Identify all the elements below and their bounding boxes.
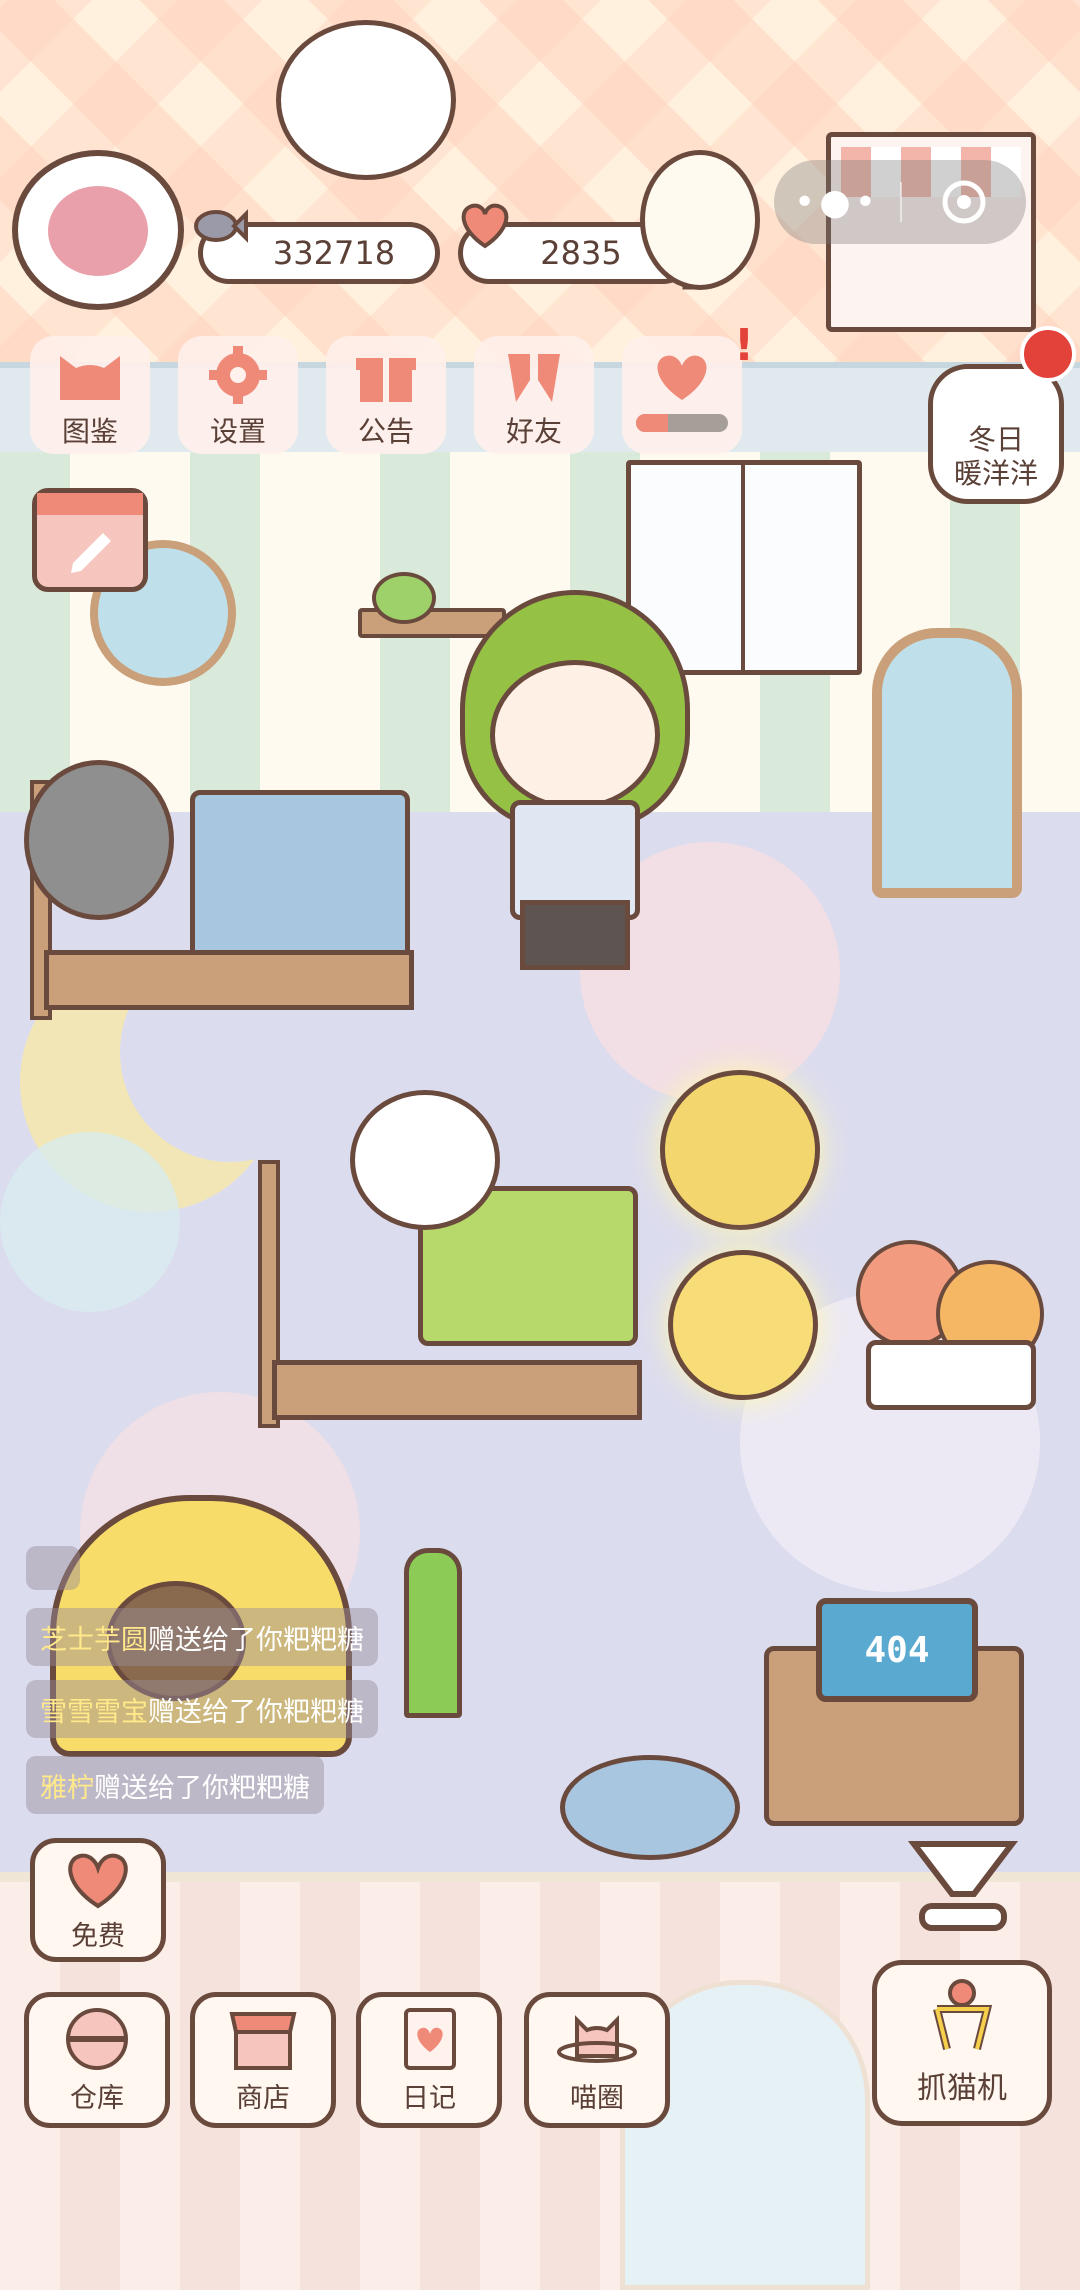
gear-icon xyxy=(209,346,267,404)
bottom-button-diary[interactable]: 日记 xyxy=(356,1992,502,2128)
notification-dot xyxy=(1020,326,1076,382)
bottom-label: 仓库 xyxy=(70,2082,124,2114)
more-icon[interactable]: •●• xyxy=(774,182,900,223)
chat-toggle-icon[interactable] xyxy=(26,1546,80,1590)
bottom-button-cat-circle[interactable]: 喵圈 xyxy=(524,1992,670,2128)
white-cat[interactable] xyxy=(350,1090,500,1230)
close-circle-icon[interactable] xyxy=(902,179,1026,225)
claw-machine-funnel xyxy=(907,1836,1019,1946)
frog-toy[interactable] xyxy=(372,572,436,624)
gray-cat-sleeping[interactable] xyxy=(24,760,174,920)
gift-text: 赠送给了你粑粑糖 xyxy=(148,1696,364,1728)
monitor-text: 404 xyxy=(864,1629,930,1671)
shop-icon xyxy=(229,2011,297,2070)
menu-button-heart-event[interactable] xyxy=(622,336,742,454)
fish-icon xyxy=(192,206,248,246)
menu-button-settings[interactable]: 设置 xyxy=(178,336,298,454)
calico-cat-decor xyxy=(276,20,456,180)
gift-sender: 雪雪雪宝 xyxy=(40,1696,148,1728)
event-progress-bar xyxy=(636,414,728,432)
menu-label: 好友 xyxy=(505,415,562,448)
computer-monitor[interactable]: 404 xyxy=(816,1598,978,1702)
moon-lamp-round[interactable] xyxy=(668,1250,818,1400)
gift-message: 雅柠 赠送给了你粑粑糖 xyxy=(26,1756,324,1814)
storage-icon xyxy=(66,2007,128,2070)
cactus-scratcher[interactable] xyxy=(404,1548,462,1718)
bottom-button-shop[interactable]: 商店 xyxy=(190,1992,336,2128)
event-progress-fill xyxy=(636,414,669,432)
candy-jar[interactable] xyxy=(640,150,760,290)
claw-label: 抓猫机 xyxy=(917,2071,1007,2106)
bottom-label: 喵圈 xyxy=(570,2082,624,2114)
bottom-label: 日记 xyxy=(402,2082,456,2114)
gift-text: 赠送给了你粑粑糖 xyxy=(94,1772,310,1804)
bottom-button-storage[interactable]: 仓库 xyxy=(24,1992,170,2128)
heart-icon xyxy=(68,1853,128,1908)
exclamation-badge: ! xyxy=(734,320,755,371)
winter-event-button[interactable]: 冬日 暖洋洋 xyxy=(928,364,1064,504)
bottom-label: 商店 xyxy=(236,2082,290,2114)
calendar-button[interactable] xyxy=(32,488,148,592)
claw-machine-button[interactable]: 抓猫机 xyxy=(872,1960,1052,2126)
free-button[interactable]: 免费 xyxy=(30,1838,166,1962)
claw-icon xyxy=(933,1979,993,2050)
gift-message: 雪雪雪宝 赠送给了你粑粑糖 xyxy=(26,1680,378,1738)
menu-label: 公告 xyxy=(357,415,414,448)
gift-sender: 雅柠 xyxy=(40,1772,94,1804)
gift-icon xyxy=(356,358,416,402)
event-label-line1: 冬日 xyxy=(967,423,1024,456)
planet-cat-icon xyxy=(557,2014,637,2063)
cat-head-icon xyxy=(60,356,120,400)
moon-lamp-crescent[interactable] xyxy=(660,1070,820,1230)
gift-text: 赠送给了你粑粑糖 xyxy=(148,1624,364,1656)
free-label: 免费 xyxy=(71,1920,125,1952)
event-label-line2: 暖洋洋 xyxy=(953,457,1038,490)
player-avatar[interactable] xyxy=(12,150,184,310)
heart-currency-value: 2835 xyxy=(540,234,622,272)
gift-sender: 芝士芋圆 xyxy=(40,1624,148,1656)
blue-cushion[interactable] xyxy=(560,1755,740,1860)
menu-button-announcement[interactable]: 公告 xyxy=(326,336,446,454)
mini-program-capsule[interactable]: •●• xyxy=(774,160,1026,244)
menu-label: 图鉴 xyxy=(61,415,118,448)
standing-mirror[interactable] xyxy=(872,628,1022,898)
heart-cat-icon xyxy=(657,355,707,400)
menu-label: 设置 xyxy=(209,415,266,448)
friends-icon xyxy=(508,354,560,402)
heart-icon xyxy=(456,200,514,250)
gift-message: 芝士芋圆 赠送给了你粑粑糖 xyxy=(26,1608,378,1666)
menu-button-friends[interactable]: 好友 xyxy=(474,336,594,454)
diary-icon xyxy=(404,2007,456,2070)
flower-planter[interactable] xyxy=(846,1240,1046,1410)
fish-currency-value: 332718 xyxy=(272,234,396,272)
menu-button-collection[interactable]: 图鉴 xyxy=(30,336,150,454)
player-character[interactable] xyxy=(440,590,700,990)
pencil-icon xyxy=(37,493,143,573)
